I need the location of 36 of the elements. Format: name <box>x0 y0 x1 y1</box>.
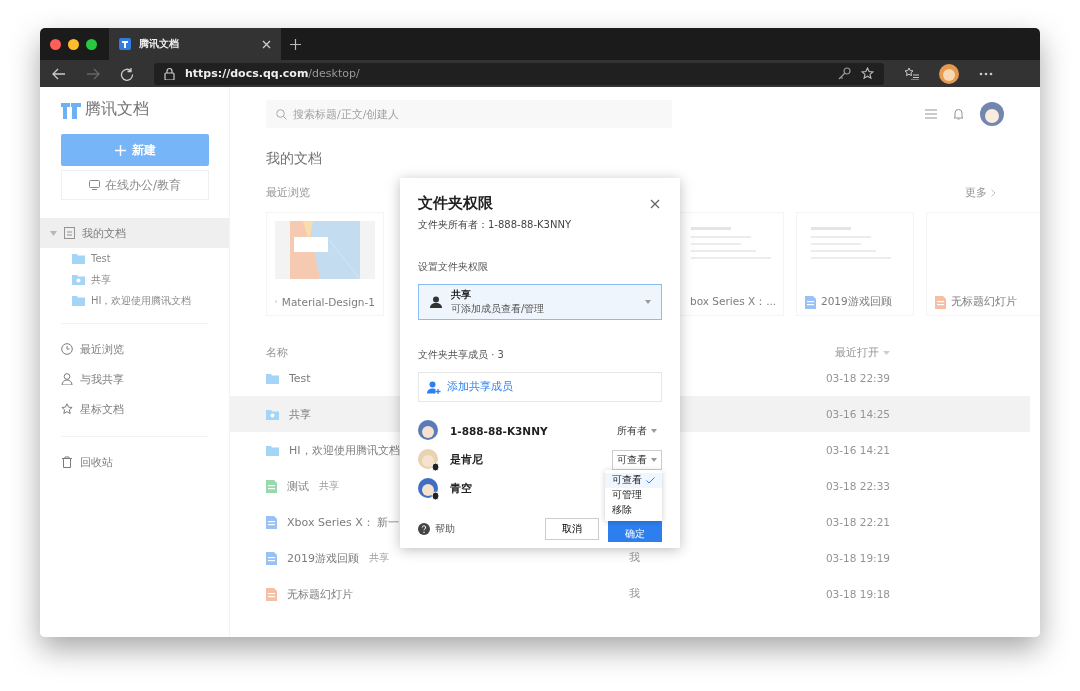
file-name: 无标题幻灯片 <box>287 586 353 602</box>
section-label: 文件夹共享成员 · 3 <box>418 348 505 362</box>
section-label: 最近浏览 <box>266 186 310 200</box>
member-name: 1-888-88-K3NNY <box>450 424 548 437</box>
date-cell: 03-18 22:33 <box>825 480 890 492</box>
file-name: 测试 <box>287 478 309 494</box>
date-cell: 03-18 19:18 <box>825 588 890 600</box>
member-name: 青空 <box>450 481 472 496</box>
dialog-title: 文件夹权限 <box>418 194 493 213</box>
owner-cell: 我 <box>628 587 640 601</box>
date-cell: 03-18 19:19 <box>825 552 890 564</box>
permission-description: 可添加成员查看/管理 <box>451 302 545 316</box>
section-label: 设置文件夹权限 <box>418 260 489 274</box>
card-title: Material-Design-1 <box>281 295 375 308</box>
file-name: HI，欢迎使用腾讯文档 <box>289 442 400 458</box>
owner-text: 文件夹所有者：1-888-88-K3NNY <box>418 218 572 232</box>
date-cell: 03-16 14:25 <box>825 408 890 420</box>
shared-tag: 共享 <box>369 551 389 565</box>
date-cell: 03-18 22:21 <box>825 516 890 528</box>
permission-title: 共享 <box>451 288 472 302</box>
file-name: 2019游戏回顾 <box>287 550 359 566</box>
file-name: Test <box>289 371 311 385</box>
url-text: https://docs.qq.com/desktop/ <box>185 67 360 80</box>
member-name: 是肯尼 <box>450 452 483 467</box>
file-name: Xbox Series X： 新一 <box>287 514 400 530</box>
tab-title: 腾讯文档 <box>139 37 179 51</box>
app-logo-text: 腾讯文档 <box>85 99 149 120</box>
card-title: 2019游戏回顾 <box>821 295 892 309</box>
page-title: 我的文档 <box>266 150 323 168</box>
date-cell: 03-16 14:21 <box>825 444 890 456</box>
card-title: 无标题幻灯片 <box>951 295 1017 309</box>
owner-cell: 我 <box>628 551 640 565</box>
shared-tag: 共享 <box>319 479 339 493</box>
date-cell: 03-18 22:39 <box>825 372 890 384</box>
card-title: box Series X：... <box>690 295 777 309</box>
file-name: 共享 <box>289 406 311 422</box>
